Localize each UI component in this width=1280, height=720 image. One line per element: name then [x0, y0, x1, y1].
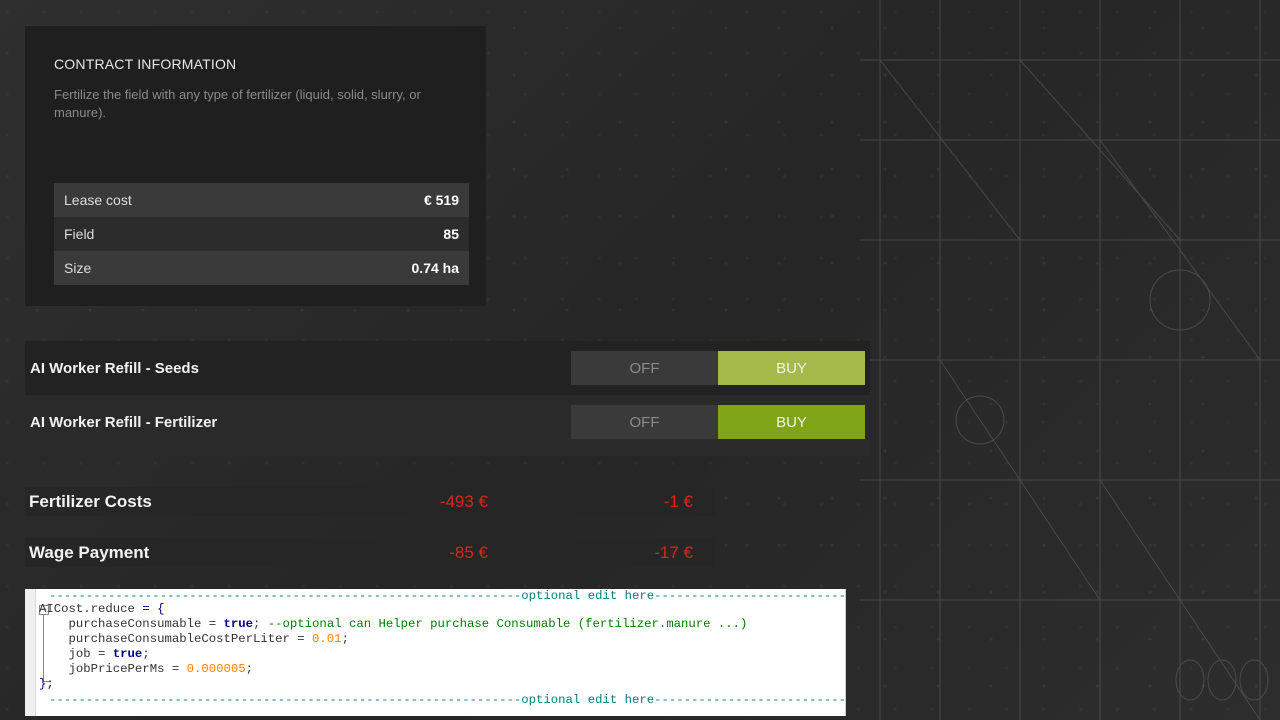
code-footer-comment: ----------------------------------------… [49, 693, 846, 707]
off-button[interactable]: OFF [571, 405, 718, 439]
code-header-comment: ----------------------------------------… [49, 589, 846, 603]
code-line-1: AICost.reduce = { [39, 602, 164, 617]
code-text: ; [142, 647, 150, 661]
buy-button[interactable]: BUY [718, 405, 865, 439]
divider [25, 449, 870, 456]
contract-info-panel: CONTRACT INFORMATION Fertilize the field… [25, 26, 486, 306]
worker-label: AI Worker Refill - Seeds [30, 359, 199, 377]
info-row-size: Size 0.74 ha [54, 251, 469, 285]
info-value: 85 [443, 226, 459, 242]
buy-button[interactable]: BUY [718, 351, 865, 385]
code-line-5: jobPricePerMs = 0.000005; [39, 662, 254, 677]
editor-gutter [25, 589, 36, 716]
cost-value-total: -493 € [439, 491, 488, 511]
cost-row-fertilizer: Fertilizer Costs -493 € -1 € [25, 487, 715, 516]
cost-value-current: -17 € [654, 542, 693, 562]
cost-label: Fertilizer Costs [29, 491, 152, 511]
code-text: ; [341, 632, 349, 646]
ai-worker-settings: AI Worker Refill - Seeds OFF BUY AI Work… [25, 341, 870, 456]
code-number: 0.000005 [186, 662, 246, 676]
info-label: Size [64, 260, 92, 276]
cost-label: Wage Payment [29, 542, 150, 562]
cost-value-current: -1 € [663, 491, 693, 511]
code-keyword: true [112, 647, 143, 661]
info-value: € 519 [423, 192, 459, 208]
background-pattern [860, 0, 1280, 720]
info-row-lease-cost: Lease cost € 519 [54, 183, 469, 217]
code-line-6: }; [39, 677, 54, 691]
code-text: = { [134, 602, 165, 616]
code-text: ; [253, 617, 268, 631]
worker-label: AI Worker Refill - Fertilizer [30, 413, 218, 431]
cost-value-total: -85 € [449, 542, 488, 562]
worker-row-seeds: AI Worker Refill - Seeds OFF BUY [25, 341, 870, 395]
info-label: Field [64, 226, 95, 242]
contract-title: CONTRACT INFORMATION [54, 56, 237, 72]
fertilizer-toggle[interactable]: OFF BUY [571, 405, 865, 439]
code-snippet: − --------------------------------------… [25, 589, 846, 716]
worker-row-fertilizer: AI Worker Refill - Fertilizer OFF BUY [25, 395, 870, 449]
seeds-toggle[interactable]: OFF BUY [571, 351, 865, 385]
code-line-3: purchaseConsumableCostPerLiter = 0.01; [39, 632, 349, 647]
info-value: 0.74 ha [411, 260, 459, 276]
code-comment: --optional can Helper purchase Consumabl… [267, 617, 748, 631]
contract-info-table: Lease cost € 519 Field 85 Size 0.74 ha [54, 183, 469, 285]
code-number: 0.01 [312, 632, 342, 646]
code-text: AICost.reduce [39, 602, 135, 616]
code-text: purchaseConsumable = [39, 617, 224, 631]
info-label: Lease cost [64, 192, 132, 208]
code-keyword: true [223, 617, 254, 631]
info-row-field: Field 85 [54, 217, 469, 251]
cost-row-wage: Wage Payment -85 € -17 € [25, 538, 715, 567]
code-line-2: purchaseConsumable = true; --optional ca… [39, 617, 748, 632]
code-line-4: job = true; [39, 647, 150, 662]
off-button[interactable]: OFF [571, 351, 718, 385]
contract-description: Fertilize the field with any type of fer… [54, 87, 421, 120]
code-text: jobPricePerMs = [39, 662, 187, 676]
code-text: job = [39, 647, 113, 661]
code-text: ; [245, 662, 254, 676]
code-text: purchaseConsumableCostPerLiter = [39, 632, 313, 646]
